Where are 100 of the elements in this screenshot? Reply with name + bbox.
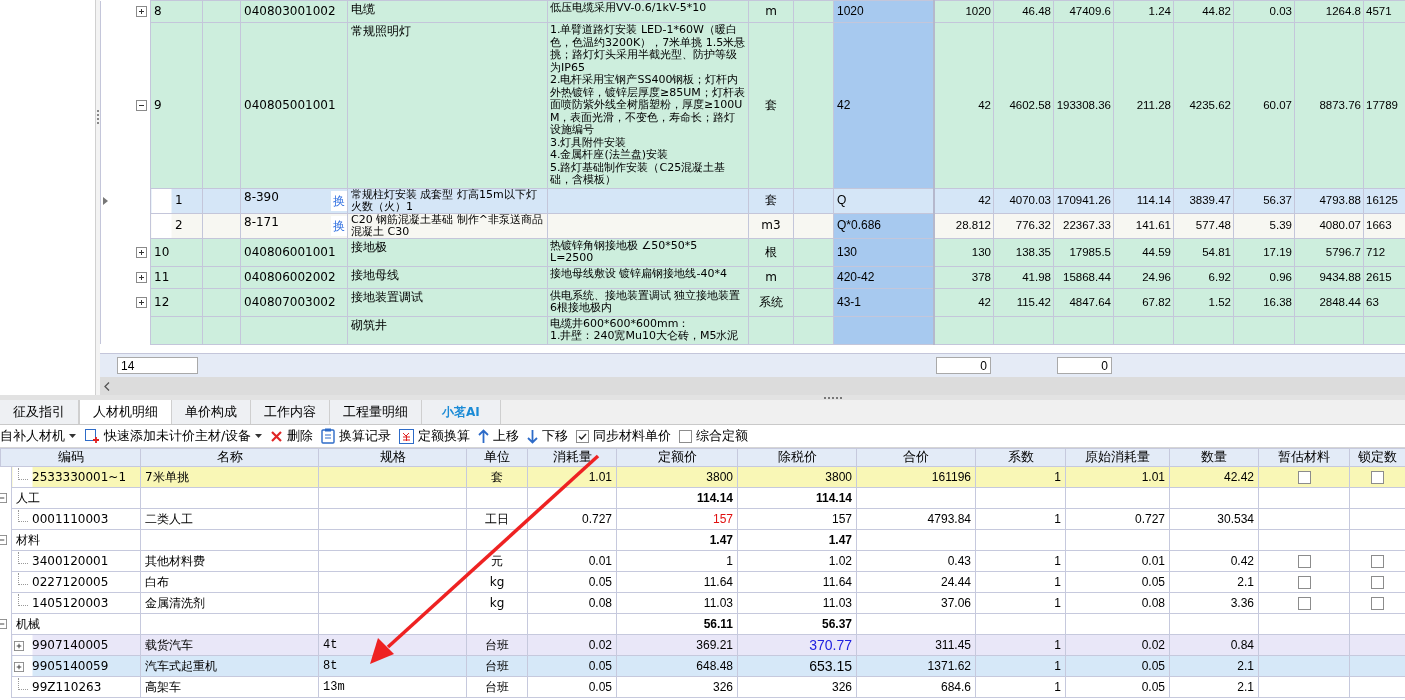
caret-icon[interactable] [255, 434, 263, 438]
expand-icon[interactable] [136, 296, 147, 308]
checkbox[interactable] [1297, 471, 1311, 484]
table-cell: 4793.88 [1294, 188, 1364, 213]
checkbox[interactable] [1371, 471, 1384, 484]
table-cell: 2.1 [1237, 575, 1254, 589]
table-cell: 常规柱灯安装 成套型 灯高15m以下灯火数（火）1 [347, 188, 548, 213]
column-header[interactable]: 锁定数 [1349, 448, 1405, 467]
column-header[interactable]: 规格 [318, 448, 467, 467]
table-cell: 41.98 [993, 266, 1054, 288]
table-cell: 8-390 [244, 189, 279, 204]
table-cell: 0.43 [947, 554, 971, 568]
expand-icon[interactable] [136, 246, 147, 258]
table-cell: 1020 [833, 0, 934, 23]
table-cell: 4070.03 [993, 188, 1054, 213]
table-cell: 台班 [485, 637, 509, 652]
table-cell: 1 [1054, 575, 1061, 589]
caret-icon[interactable] [69, 434, 76, 438]
table-cell: 0.05 [1141, 659, 1165, 673]
table-cell: 157 [831, 512, 852, 526]
toolbar-button[interactable]: 自补人材机 [0, 427, 65, 445]
checkbox[interactable] [1371, 576, 1384, 589]
table-cell: 1.47 [709, 533, 733, 547]
toolbar-button[interactable]: 快速添加未计价主材/设备 [104, 427, 252, 445]
column-header[interactable]: 单位 [466, 448, 528, 467]
table-cell: 0.05 [588, 659, 612, 673]
column-header[interactable]: 名称 [140, 448, 319, 467]
table-cell: 套 [748, 22, 794, 188]
table-cell: 7米单挑 [145, 469, 189, 484]
table-cell: 载货汽车 [145, 637, 193, 652]
row-number-field[interactable]: 14 [117, 357, 198, 374]
table-cell: 11 [150, 266, 203, 288]
column-header[interactable]: 定额价 [616, 448, 738, 467]
table-cell: kg [489, 596, 505, 610]
table-cell: 0.84 [1230, 638, 1254, 652]
table-cell: m [748, 266, 794, 288]
table-cell: 台班 [485, 679, 509, 694]
column-header[interactable]: 编码 [0, 448, 141, 467]
table-cell: 3839.47 [1173, 188, 1234, 213]
table-cell: 常规照明灯 [347, 22, 548, 188]
table-cell: 47409.6 [1053, 0, 1114, 23]
table-cell: 2 [150, 213, 203, 238]
checkbox[interactable] [1371, 555, 1384, 568]
tab[interactable]: 人材机明细 [79, 400, 172, 424]
table-cell: 1 [1054, 659, 1061, 673]
table-cell: 其他材料费 [145, 553, 205, 568]
column-header[interactable]: 合价 [856, 448, 976, 467]
table-cell: 1.01 [588, 470, 612, 484]
checkbox-label[interactable]: 综合定额 [696, 427, 749, 445]
checkbox[interactable] [679, 429, 693, 443]
column-header[interactable]: 系数 [975, 448, 1066, 467]
table-cell: 37.06 [940, 596, 971, 610]
table-cell: 157 [712, 512, 733, 526]
toolbar-button[interactable]: 换算记录 [339, 427, 392, 445]
table-cell: 170941.26 [1053, 188, 1114, 213]
checkbox[interactable] [576, 429, 590, 443]
conversion-tag[interactable]: 换 [331, 190, 347, 211]
table-cell: 1 [1054, 596, 1061, 610]
table-row[interactable]: 2533330001~1 7米单挑 套 1.01 3800 3800 161196 1 1.01 42.42 [0, 466, 1405, 488]
table-cell: 370.77 [809, 637, 852, 653]
column-header[interactable]: 暂估材料 [1258, 448, 1350, 467]
expand-icon[interactable] [136, 271, 147, 283]
table-cell: 161196 [931, 470, 971, 484]
toolbar-button[interactable]: 删除 [287, 427, 314, 445]
table-cell: 138.35 [993, 238, 1054, 266]
total-field[interactable]: 0 [936, 357, 991, 374]
table-cell: 接地极 [347, 238, 548, 266]
table-cell: 高架车 [145, 679, 181, 694]
collapse-icon[interactable] [136, 99, 147, 111]
splitter-grip-icon[interactable] [823, 396, 842, 399]
formula-icon [399, 428, 415, 444]
checkbox-label[interactable]: 同步材料单价 [593, 427, 672, 445]
checkbox[interactable] [1371, 597, 1384, 610]
table-cell: 接地装置调试 [347, 288, 548, 316]
table-cell: 接地母线敷设 镀锌扁钢接地线-40*4 [547, 266, 749, 288]
table-cell: 系统 [748, 288, 794, 316]
table-cell: 1371.62 [927, 659, 971, 673]
expand-icon[interactable] [136, 6, 147, 17]
column-header[interactable]: 原始消耗量 [1065, 448, 1170, 467]
checkbox[interactable] [1297, 555, 1311, 568]
toolbar-button[interactable]: 下移 [542, 427, 569, 445]
scroll-left-icon[interactable] [104, 381, 110, 391]
checkbox[interactable] [1297, 576, 1311, 589]
column-header[interactable]: 除税价 [737, 448, 857, 467]
table-cell: 1.单臂道路灯安装 LED-1*60W（暖白色，色温约3200K），7米单挑 1.5米悬挑；路灯灯头采用半截光型、防护等级为IP65 2.电杆采用宝钢产SS400钢板；灯杆内外热镀锌，镀锌层厚度≥85UM；灯杆表面喷防紫外线全树脂塑粉，厚度≥100UM，表面光滑，不变色，寿命长；路灯设施编号 3.灯具附件安装 4.金属杆座(法兰盘)安装 5.路灯基础制作安装（C25混凝土基础，含模板） [547, 22, 749, 188]
table-cell: 3400120001 [32, 554, 109, 568]
column-header[interactable]: 数量 [1169, 448, 1259, 467]
table-cell: 17985.5 [1053, 238, 1114, 266]
column-header[interactable]: 消耗量 [527, 448, 617, 467]
toolbar-button[interactable]: 上移 [493, 427, 520, 445]
table-cell: 4602.58 [993, 22, 1054, 188]
toolbar-button[interactable]: 定额换算 [418, 427, 471, 445]
table-cell: 1.24 [1113, 0, 1174, 23]
table-cell: 684.6 [940, 680, 971, 694]
checkbox[interactable] [1297, 597, 1311, 610]
total-field[interactable]: 0 [1057, 357, 1112, 374]
table-cell: 0.08 [1141, 596, 1165, 610]
clipboard-icon [321, 428, 336, 444]
table-cell: 3.36 [1230, 596, 1254, 610]
up-arrow-icon [478, 428, 490, 444]
